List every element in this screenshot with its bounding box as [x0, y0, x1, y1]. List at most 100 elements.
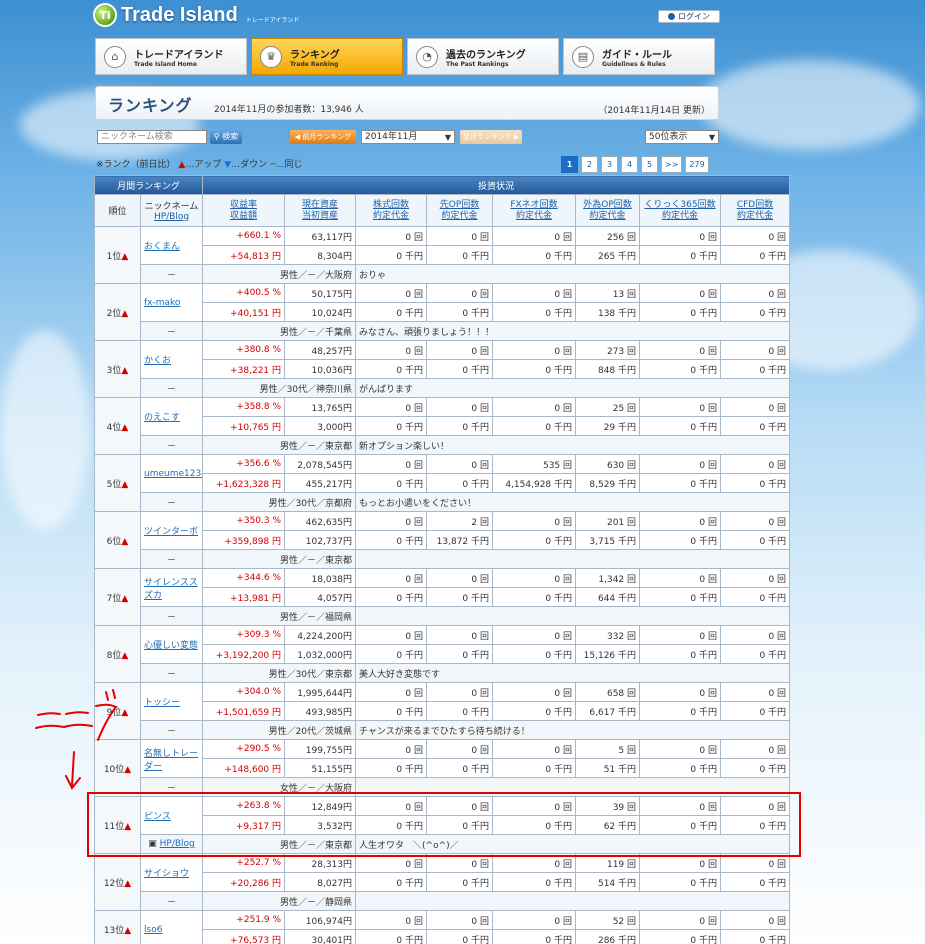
page-link[interactable]: >>: [661, 156, 683, 173]
trade-count: 0 回: [426, 340, 494, 360]
sort-link[interactable]: 約定代金: [359, 211, 423, 222]
nav-crown-button[interactable]: ♛ ランキング Trade Ranking: [251, 38, 403, 75]
comment-text: もっとお小遣いをください！: [355, 492, 791, 512]
search-icon: ⚲: [213, 132, 220, 141]
trade-count: 0 回: [492, 340, 577, 360]
page-link[interactable]: 5: [641, 156, 658, 173]
sort-link[interactable]: 約定代金: [496, 211, 572, 222]
nickname-link[interactable]: サイレンススズカ: [144, 578, 198, 601]
trade-amount: 8,529 千円: [575, 473, 641, 493]
current-asset: 13,765円: [284, 397, 357, 417]
comment-text: [355, 606, 791, 626]
trade-amount: 0 千円: [426, 758, 494, 778]
current-asset: 4,224,200円: [284, 625, 357, 645]
rank-label: 12位: [103, 878, 125, 889]
login-button[interactable]: ログイン: [658, 10, 720, 23]
sort-link[interactable]: 外為OP回数: [579, 200, 636, 211]
nickname-search-input[interactable]: ニックネーム検索: [97, 130, 207, 144]
prev-month-button[interactable]: ◀ 前月ランキング: [290, 130, 356, 144]
nav-text: 過去のランキング The Past Rankings: [446, 46, 526, 68]
page-link[interactable]: 2: [581, 156, 598, 173]
comment-text: [355, 777, 791, 797]
sort-link[interactable]: 約定代金: [430, 211, 489, 222]
page-link[interactable]: 1: [561, 156, 578, 173]
nickname-link[interactable]: ツインターボ: [144, 527, 198, 537]
nickname-link[interactable]: ピンス: [144, 812, 171, 822]
trade-amount: 0 千円: [720, 815, 791, 835]
trade-amount: 0 千円: [720, 758, 791, 778]
logo-name: Trade Island: [121, 3, 238, 26]
nickname-link[interactable]: fx-mako: [144, 298, 180, 308]
rank-cell: 3位▲: [94, 340, 141, 398]
sort-link[interactable]: 株式回数: [359, 200, 423, 211]
hp-blog-none: －: [167, 897, 177, 908]
page-link[interactable]: 279: [685, 156, 709, 173]
hp-blog-none: －: [167, 270, 177, 281]
sort-link[interactable]: 約定代金: [643, 211, 717, 222]
trade-count: 0 回: [426, 283, 494, 303]
nickname-link[interactable]: umeume123456777y: [144, 469, 202, 479]
rank-cell: 13位▲: [94, 910, 141, 944]
nav-book-button[interactable]: ▤ ガイド・ルール Guidelines & Rules: [563, 38, 715, 75]
comment-text: チャンスが来るまでひたすら待ち続ける！: [355, 720, 791, 740]
trade-count: 0 回: [426, 454, 494, 474]
hp-blog-link[interactable]: HP/Blog: [160, 839, 195, 849]
search-button[interactable]: ⚲ 検索: [210, 130, 242, 144]
hp-blog-none: －: [167, 498, 177, 509]
sort-link[interactable]: 当初資産: [288, 211, 352, 222]
trade-amount: 0 千円: [426, 644, 494, 664]
initial-asset: 30,401円: [284, 929, 357, 944]
trade-count: 52 回: [575, 910, 641, 930]
return-rate: +251.9 %: [202, 910, 286, 930]
sort-link[interactable]: CFD回数: [724, 200, 786, 211]
trade-amount: 0 千円: [355, 416, 428, 436]
trade-count: 0 回: [426, 625, 494, 645]
current-asset: 199,755円: [284, 739, 357, 759]
sort-link[interactable]: FXネオ回数: [496, 200, 572, 211]
sort-link[interactable]: 収益額: [206, 211, 281, 222]
trade-count: 0 回: [720, 682, 791, 702]
trade-count: 0 回: [720, 454, 791, 474]
nickname-link[interactable]: かくお: [144, 356, 171, 366]
chevron-down-icon: ▼: [444, 133, 451, 142]
initial-asset: 1,032,000円: [284, 644, 357, 664]
trade-amount: 0 千円: [426, 302, 494, 322]
next-month-button[interactable]: 翌月ランキング ▶: [460, 130, 522, 144]
trade-amount: 0 千円: [720, 245, 791, 265]
nickname-link[interactable]: のえこす: [144, 413, 180, 423]
table-row: 5位▲umeume123456777y+356.6 %2,078,545円0 回…: [94, 454, 791, 512]
sort-link[interactable]: 約定代金: [579, 211, 636, 222]
page-link[interactable]: 4: [621, 156, 638, 173]
per-page-select[interactable]: 50位表示 ▼: [645, 130, 719, 144]
nav-home-button[interactable]: ⌂ トレードアイランド Trade Island Home: [95, 38, 247, 75]
trade-amount: 0 千円: [426, 929, 494, 944]
sort-link[interactable]: 収益率: [206, 200, 281, 211]
site-logo[interactable]: Ti Trade Island トレードアイランド: [93, 3, 299, 27]
metric-column-header: 収益率 収益額: [202, 194, 286, 227]
nickname-link[interactable]: 心優しい変態: [144, 641, 198, 651]
nickname-link[interactable]: サイショウ: [144, 869, 189, 879]
sort-link[interactable]: くりっく365回数: [643, 200, 717, 211]
rank-label: 5位: [106, 479, 122, 490]
hp-blog-header-link[interactable]: HP/Blog: [144, 212, 199, 223]
current-asset: 2,078,545円: [284, 454, 357, 474]
trade-amount: 13,872 千円: [426, 530, 494, 550]
nickname-cell: fx-mako: [139, 283, 204, 322]
sort-link[interactable]: 約定代金: [724, 211, 786, 222]
profit-amount: +40,151 円: [202, 302, 286, 322]
up-arrow-icon: ▲: [121, 707, 129, 718]
page-link[interactable]: 3: [601, 156, 618, 173]
month-select[interactable]: 2014年11月 ▼: [361, 130, 455, 144]
nav-chart-button[interactable]: ◔ 過去のランキング The Past Rankings: [407, 38, 559, 75]
trade-amount: 0 千円: [426, 587, 494, 607]
nickname-link[interactable]: 名無しトレーダー: [144, 749, 198, 772]
hp-blog-cell: －: [139, 435, 204, 455]
nickname-link[interactable]: lso6: [144, 925, 162, 935]
rank-cell: 1位▲: [94, 226, 141, 284]
trade-count: 0 回: [426, 739, 494, 759]
sort-link[interactable]: 現在資産: [288, 200, 352, 211]
table-row: 11位▲ ピンス +263.8 % 12,849円 0 回0 回0 回 39 回0 回0 …: [94, 796, 791, 854]
nickname-link[interactable]: おくまん: [144, 242, 180, 252]
sort-link[interactable]: 先OP回数: [430, 200, 489, 211]
nickname-link[interactable]: トッシー: [144, 698, 180, 708]
